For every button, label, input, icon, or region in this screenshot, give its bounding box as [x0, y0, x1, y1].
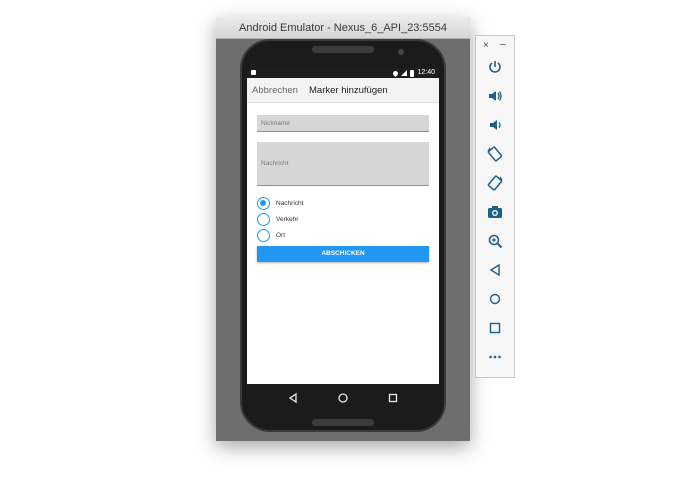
radio-option-verkehr[interactable]: Verkehr: [257, 212, 298, 227]
app-bar: Abbrechen Marker hinzufügen: [247, 78, 439, 103]
radio-label: Nachricht: [276, 200, 304, 207]
power-icon[interactable]: [486, 58, 504, 76]
cancel-button[interactable]: Abbrechen: [252, 78, 298, 103]
phone-frame: 12:40 Abbrechen Marker hinzufügen Nickna…: [240, 39, 446, 432]
zoom-icon[interactable]: [486, 232, 504, 250]
nav-overview-icon[interactable]: [387, 392, 399, 404]
rotate-right-icon[interactable]: [486, 174, 504, 192]
nav-back-icon[interactable]: [287, 392, 299, 404]
nickname-field[interactable]: Nickname: [257, 115, 429, 132]
location-icon: [392, 69, 400, 77]
android-nav-bar: [247, 384, 439, 412]
radio-option-nachricht[interactable]: Nachricht: [257, 196, 303, 211]
status-time: 12:40: [417, 69, 435, 76]
status-bar: 12:40: [247, 68, 439, 78]
radio-option-ort[interactable]: Ort: [257, 228, 285, 243]
battery-icon: [410, 69, 415, 77]
toolbar-header: × –: [476, 38, 516, 52]
volume-up-icon[interactable]: [486, 87, 504, 105]
signal-icon: [401, 70, 408, 76]
front-camera: [398, 49, 404, 55]
minimize-icon[interactable]: –: [500, 39, 506, 50]
overview-icon[interactable]: [486, 319, 504, 337]
emulator-toolbar: × –: [475, 35, 515, 378]
message-field[interactable]: Nachricht: [257, 142, 429, 186]
radio-label: Verkehr: [276, 216, 299, 223]
window-title: Android Emulator - Nexus_6_API_23:5554: [216, 17, 470, 39]
nav-home-icon[interactable]: [337, 392, 349, 404]
camera-icon[interactable]: [486, 203, 504, 221]
top-speaker: [312, 46, 374, 53]
radio-label: Ort: [276, 232, 286, 239]
status-icons: 12:40: [392, 69, 435, 77]
back-icon[interactable]: [486, 261, 504, 279]
close-icon[interactable]: ×: [483, 40, 489, 51]
radio-button-checked[interactable]: [257, 197, 270, 210]
radio-button[interactable]: [257, 213, 270, 226]
desktop: Android Emulator - Nexus_6_API_23:5554 1…: [0, 0, 695, 494]
page-title: Marker hinzufügen: [309, 85, 388, 96]
emulator-window: Android Emulator - Nexus_6_API_23:5554 1…: [216, 17, 470, 441]
volume-down-icon[interactable]: [486, 116, 504, 134]
rotate-left-icon[interactable]: [486, 145, 504, 163]
phone-screen: 12:40 Abbrechen Marker hinzufügen Nickna…: [247, 68, 439, 384]
submit-button[interactable]: ABSCHICKEN: [257, 246, 429, 262]
radio-button[interactable]: [257, 229, 270, 242]
notification-icon: [251, 70, 256, 75]
bottom-speaker: [312, 419, 374, 426]
more-icon[interactable]: [486, 348, 504, 366]
home-icon[interactable]: [486, 290, 504, 308]
